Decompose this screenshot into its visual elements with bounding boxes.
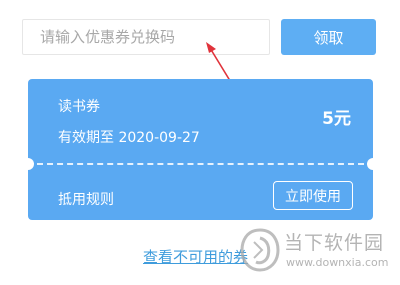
use-now-button[interactable]: 立即使用 <box>273 181 353 210</box>
perforation-notch-right <box>367 158 379 170</box>
coupon-card: 读书券 有效期至 2020-09-27 5元 抵用规则 立即使用 <box>22 79 379 220</box>
coupon-expiry-date: 有效期至 2020-09-27 <box>58 130 200 146</box>
coupon-name: 读书券 <box>58 99 100 115</box>
coupon-amount: 5元 <box>322 109 351 129</box>
perforation-divider <box>37 163 364 165</box>
coupon-rules-link[interactable]: 抵用规则 <box>58 189 114 209</box>
view-unavailable-coupons-link[interactable]: 查看不可用的券 <box>143 246 248 267</box>
perforation-notch-left <box>22 158 34 170</box>
